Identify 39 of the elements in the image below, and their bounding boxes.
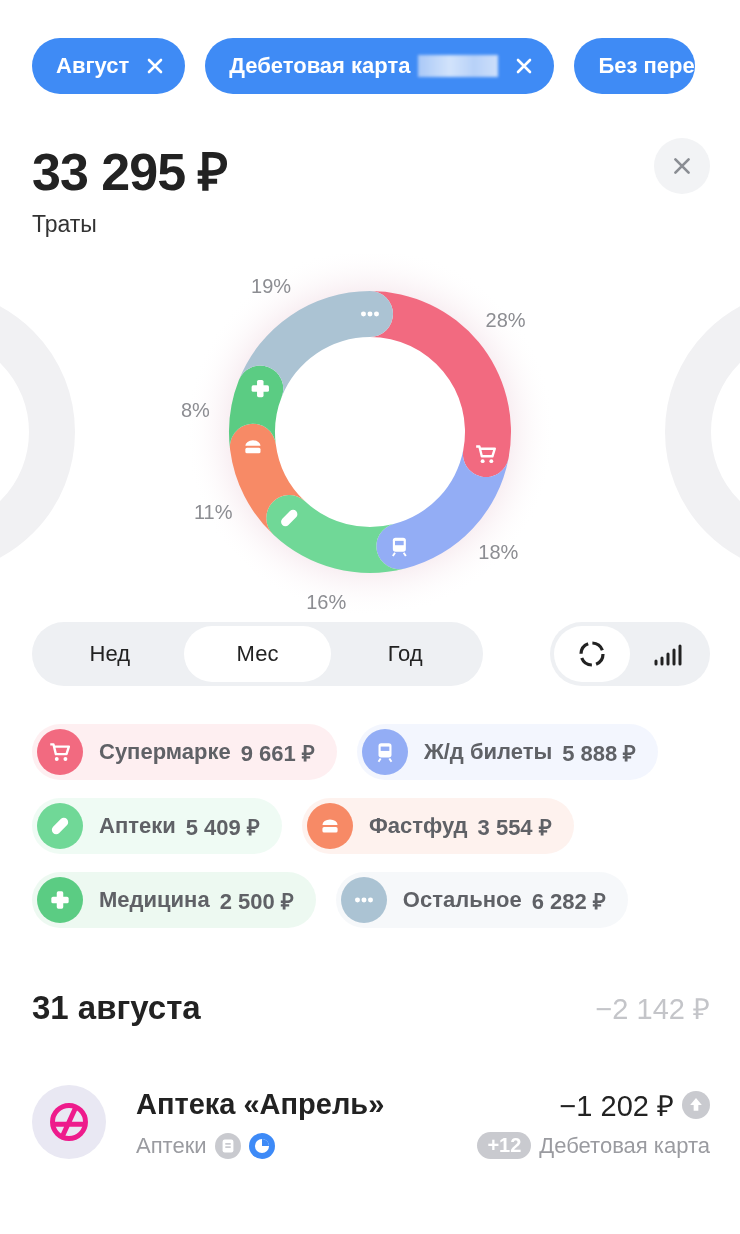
- transaction-amount: −1 202 ₽: [559, 1089, 674, 1124]
- merchant-name: Аптека «Апрель»: [136, 1088, 386, 1121]
- close-button[interactable]: [654, 138, 710, 194]
- percent-label: 18%: [478, 541, 519, 564]
- percent-label: 8%: [180, 398, 210, 421]
- close-icon[interactable]: [671, 155, 693, 177]
- category-chip[interactable]: Остальное 6 282 ₽: [335, 872, 628, 928]
- category-chip[interactable]: Ж/д билеты 5 888 ₽: [356, 724, 659, 780]
- category-chip[interactable]: Медицина 2 500 ₽: [32, 872, 316, 928]
- total-amount: 33 295 ₽: [32, 142, 228, 203]
- arrow-up-icon: [682, 1090, 710, 1119]
- account-label: Дебетовая карта: [539, 1132, 710, 1159]
- receipt-icon: [214, 1132, 241, 1159]
- period-tab[interactable]: Год: [331, 626, 479, 682]
- filter-chip[interactable]: Без пере: [574, 38, 695, 94]
- day-total: −2 142 ₽: [595, 992, 710, 1027]
- category-label: Аптеки: [136, 1132, 207, 1159]
- dots-icon: [361, 311, 379, 317]
- filter-chip[interactable]: Август: [32, 38, 186, 94]
- ring-icon[interactable]: [576, 638, 608, 670]
- category-chip[interactable]: Фастфуд 3 554 ₽: [301, 798, 574, 854]
- cart-icon: [476, 446, 495, 464]
- total-label: Траты: [32, 211, 98, 238]
- percent-label: 11%: [193, 500, 233, 523]
- pie-chart-icon: [248, 1132, 275, 1159]
- percent-label: 16%: [306, 591, 347, 614]
- donut-view-button[interactable]: [554, 626, 630, 682]
- train-icon: [392, 537, 406, 557]
- category-chip[interactable]: Супермарке 9 661 ₽: [32, 724, 337, 780]
- donut-slice[interactable]: [238, 291, 393, 398]
- burger-icon: [245, 440, 261, 454]
- period-tab[interactable]: Нед: [36, 626, 184, 682]
- filter-chip[interactable]: Дебетовая карта: [205, 38, 555, 94]
- category-chip[interactable]: Аптеки 5 409 ₽: [32, 798, 282, 854]
- percent-label: 28%: [485, 308, 526, 331]
- percent-label: 19%: [251, 275, 292, 298]
- period-tab[interactable]: Мес: [183, 626, 332, 682]
- date-heading: 31 августа: [32, 988, 201, 1027]
- plus-icon: [251, 379, 269, 398]
